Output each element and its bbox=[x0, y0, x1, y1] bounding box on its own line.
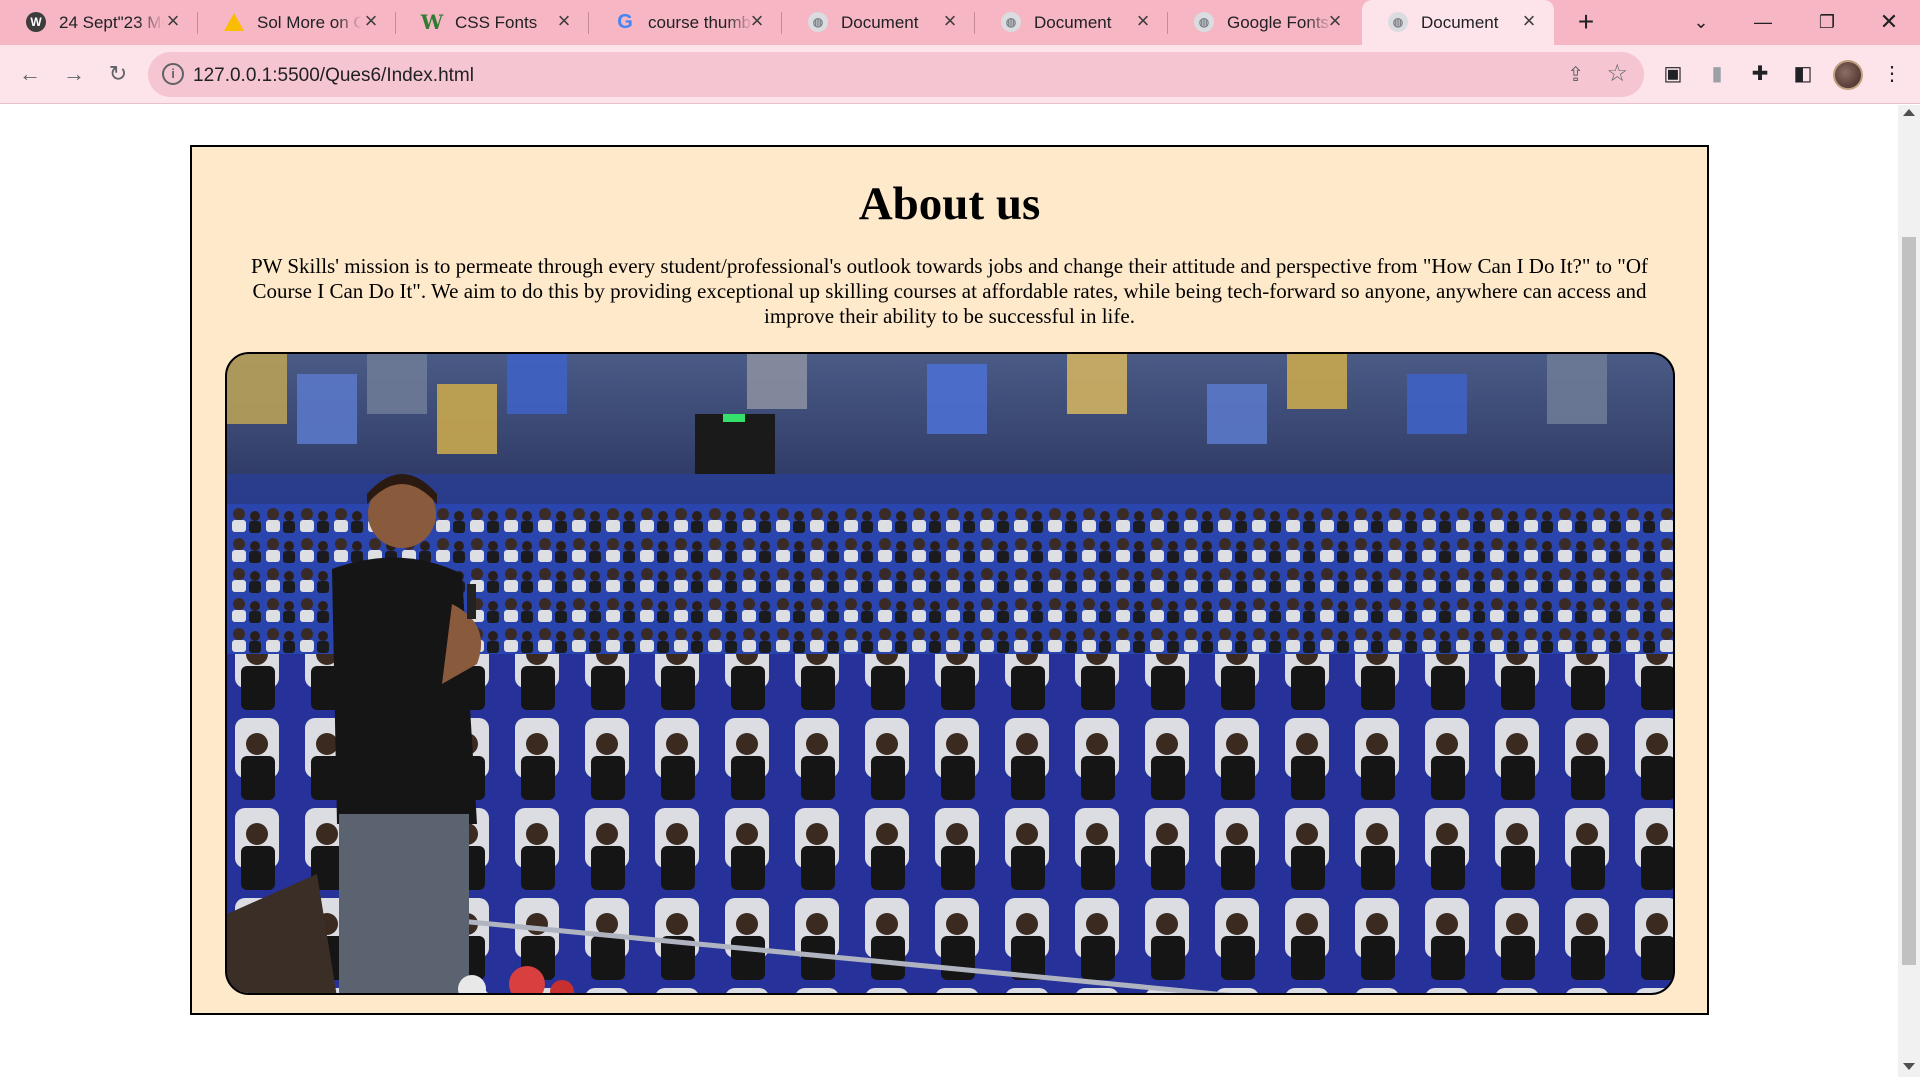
tab-8-active[interactable]: ◍ Document × bbox=[1362, 0, 1554, 45]
restore-icon[interactable]: ❐ bbox=[1804, 4, 1850, 40]
close-icon[interactable]: × bbox=[939, 10, 961, 32]
tab-title: Document bbox=[841, 13, 919, 32]
tab-7[interactable]: ◍ Google Fonts × bbox=[1168, 0, 1360, 45]
tab-title: Document bbox=[1034, 13, 1112, 32]
close-icon[interactable]: × bbox=[360, 10, 382, 32]
globe-icon: ◍ bbox=[1388, 12, 1408, 32]
tab-title: CSS Fonts bbox=[455, 13, 538, 32]
google-drive-icon bbox=[224, 13, 244, 31]
close-icon[interactable]: × bbox=[1132, 10, 1154, 32]
wordpress-icon: W bbox=[26, 12, 46, 32]
window-close-icon[interactable]: ✕ bbox=[1866, 4, 1912, 40]
mission-paragraph: PW Skills' mission is to permeate throug… bbox=[250, 254, 1649, 328]
close-icon[interactable]: × bbox=[553, 10, 575, 32]
minimize-icon[interactable]: — bbox=[1740, 4, 1786, 40]
tab-search-icon[interactable]: ⌄ bbox=[1678, 4, 1724, 40]
tab-3[interactable]: W CSS Fonts × bbox=[396, 0, 589, 45]
tab-2[interactable]: Sol More on CS × bbox=[198, 0, 396, 45]
bookmark-star-icon[interactable]: ☆ bbox=[1606, 59, 1628, 88]
reload-icon[interactable]: ↻ bbox=[102, 58, 134, 90]
site-info-icon[interactable]: i bbox=[162, 63, 184, 85]
extensions-icon[interactable]: ✚ bbox=[1745, 59, 1775, 89]
tab-title: Google Fonts bbox=[1227, 13, 1330, 32]
auditorium-illustration bbox=[227, 354, 1673, 993]
new-tab-icon[interactable]: + bbox=[1570, 6, 1602, 38]
about-section: About us PW Skills' mission is to permea… bbox=[190, 145, 1709, 1015]
scroll-down-icon[interactable] bbox=[1903, 1063, 1915, 1070]
close-icon[interactable]: × bbox=[1518, 10, 1540, 32]
google-icon: G bbox=[617, 10, 633, 33]
address-url[interactable]: 127.0.0.1:5500/Ques6/Index.html bbox=[193, 65, 474, 87]
picture-in-picture-icon[interactable]: ▣ bbox=[1658, 59, 1688, 89]
profile-avatar[interactable] bbox=[1833, 60, 1863, 90]
globe-icon: ◍ bbox=[1001, 12, 1021, 32]
tab-4[interactable]: G course thumbn × bbox=[589, 0, 782, 45]
browser-toolbar: ← → ↻ i 127.0.0.1:5500/Ques6/Index.html … bbox=[0, 45, 1920, 104]
tab-5[interactable]: ◍ Document × bbox=[782, 0, 975, 45]
globe-icon: ◍ bbox=[808, 12, 828, 32]
side-panel-icon[interactable]: ◧ bbox=[1788, 59, 1818, 89]
tab-6[interactable]: ◍ Document × bbox=[975, 0, 1168, 45]
tab-strip: W 24 Sept"23 Mo × Sol More on CS × W CSS… bbox=[0, 0, 1920, 45]
tab-1[interactable]: W 24 Sept"23 Mo × bbox=[0, 0, 198, 45]
tab-title: Sol More on CS bbox=[257, 13, 362, 32]
signal-icon[interactable]: ▮ bbox=[1702, 59, 1732, 89]
w3schools-icon: W bbox=[420, 10, 444, 34]
address-bar[interactable]: i 127.0.0.1:5500/Ques6/Index.html ⇪ ☆ bbox=[148, 52, 1644, 97]
close-icon[interactable]: × bbox=[746, 10, 768, 32]
menu-kebab-icon[interactable]: ⋮ bbox=[1877, 59, 1907, 89]
scroll-up-icon[interactable] bbox=[1903, 109, 1915, 116]
scrollbar-thumb[interactable] bbox=[1902, 237, 1916, 965]
page-viewport: About us PW Skills' mission is to permea… bbox=[0, 105, 1898, 1077]
back-icon[interactable]: ← bbox=[14, 58, 46, 90]
globe-icon: ◍ bbox=[1194, 12, 1214, 32]
vertical-scrollbar[interactable] bbox=[1898, 105, 1920, 1077]
forward-icon[interactable]: → bbox=[58, 58, 90, 90]
tab-title: course thumbn bbox=[648, 13, 753, 32]
close-icon[interactable]: × bbox=[1324, 10, 1346, 32]
close-icon[interactable]: × bbox=[162, 10, 184, 32]
share-icon[interactable]: ⇪ bbox=[1567, 62, 1584, 87]
page-title: About us bbox=[858, 178, 1041, 230]
tab-title: Document bbox=[1421, 13, 1499, 32]
tab-title: 24 Sept"23 Mo bbox=[59, 13, 164, 32]
auditorium-photo bbox=[225, 352, 1675, 995]
